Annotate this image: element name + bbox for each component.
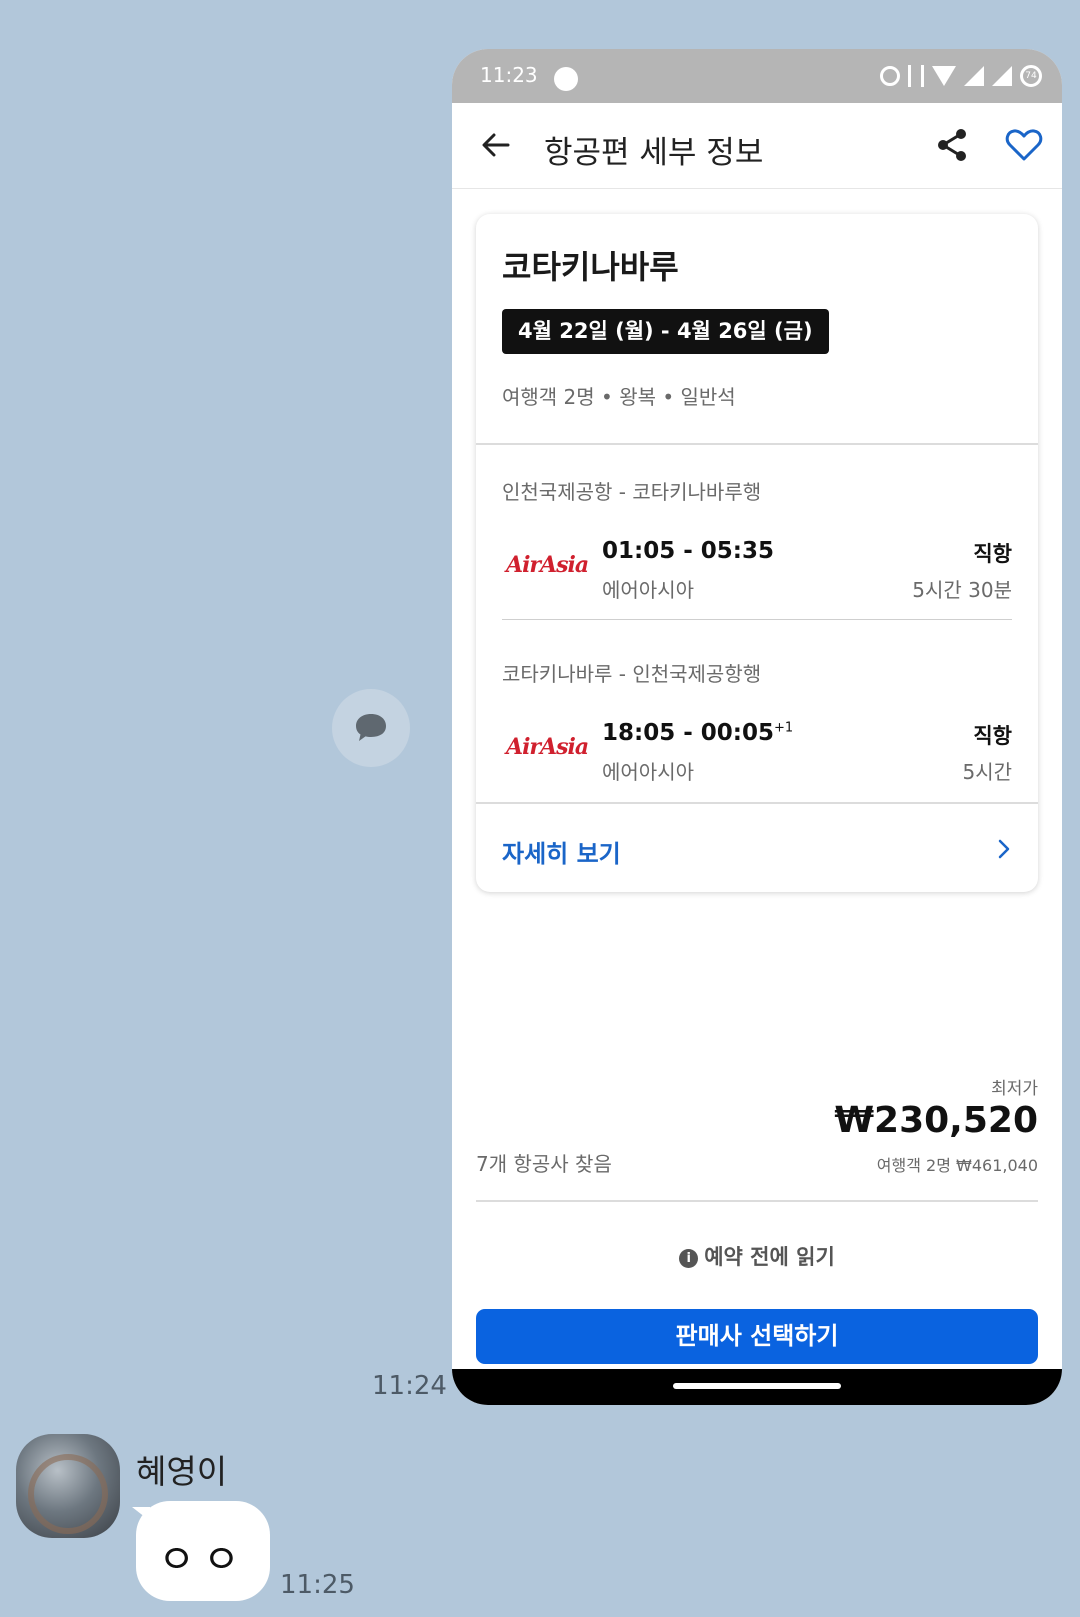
alarm-icon [880, 66, 900, 86]
home-gesture-pill[interactable] [673, 1383, 841, 1389]
forwarded-screenshot[interactable]: 11:23 74 항공편 세부 정보 코타키나바루 4월 22일 (월) - 4… [452, 49, 1062, 1405]
status-time: 11:23 [480, 63, 538, 87]
destination-title: 코타키나바루 [502, 248, 679, 286]
message-text: ㅇㅇ [158, 1537, 248, 1583]
wifi-icon [932, 66, 956, 86]
segment-stops: 직항 [973, 542, 1012, 566]
select-seller-button[interactable]: 판매사 선택하기 [476, 1309, 1038, 1364]
message-timestamp: 11:24 [372, 1371, 447, 1401]
status-icons: 74 [880, 65, 1042, 87]
price: ₩230,520 [834, 1100, 1038, 1141]
page-title: 항공편 세부 정보 [544, 135, 764, 171]
chevron-right-icon[interactable] [992, 834, 1016, 864]
divider [476, 1200, 1038, 1202]
segment-route: 인천국제공항 - 코타키나바루행 [502, 480, 762, 504]
read-before-booking-link[interactable]: i 예약 전에 읽기 [452, 1241, 1062, 1271]
total-price: 여행객 2명 ₩461,040 [876, 1156, 1038, 1175]
segment-airline: 에어아시아 [602, 760, 694, 784]
segment-stops: 직항 [973, 724, 1012, 748]
divider [476, 802, 1038, 804]
avatar[interactable] [16, 1434, 120, 1538]
flight-segment-outbound[interactable]: 인천국제공항 - 코타키나바루행 AirAsia 01:05 - 05:35 에… [502, 476, 1012, 626]
info-icon: i [679, 1249, 699, 1268]
forward-share-button[interactable] [332, 689, 410, 767]
status-bar: 11:23 74 [452, 49, 1062, 103]
trip-meta: 여행객 2명 • 왕복 • 일반석 [502, 385, 736, 409]
airasia-logo: AirAsia [506, 734, 589, 760]
divider [476, 443, 1038, 445]
app-bar: 항공편 세부 정보 [452, 103, 1062, 189]
segment-duration: 5시간 [962, 760, 1012, 784]
segment-duration: 5시간 30분 [912, 578, 1012, 602]
notification-dot-icon [554, 67, 578, 91]
segment-route: 코타키나바루 - 인천국제공항행 [502, 662, 762, 686]
flight-segment-return[interactable]: 코타키나바루 - 인천국제공항행 AirAsia 18:05 - 00:05+1… [502, 658, 1012, 808]
favorite-heart-icon[interactable] [1004, 125, 1044, 165]
flight-card: 코타키나바루 4월 22일 (월) - 4월 26일 (금) 여행객 2명 • … [476, 214, 1038, 892]
airlines-found: 7개 항공사 찾음 [476, 1152, 612, 1176]
chat-bubble-icon [356, 714, 386, 741]
system-nav-bar [452, 1369, 1062, 1405]
vibrate-icon [908, 65, 924, 87]
share-icon[interactable] [932, 125, 972, 165]
day-offset: +1 [773, 720, 794, 736]
lowest-price-label: 최저가 [991, 1079, 1038, 1099]
sender-name: 혜영이 [136, 1452, 228, 1491]
message-bubble[interactable]: ㅇㅇ [132, 1501, 270, 1601]
segment-airline: 에어아시아 [602, 578, 694, 602]
date-range-badge: 4월 22일 (월) - 4월 26일 (금) [502, 309, 829, 354]
view-details-link[interactable]: 자세히 보기 [502, 834, 621, 869]
message-timestamp: 11:25 [280, 1570, 355, 1600]
airasia-logo: AirAsia [506, 552, 589, 578]
signal-icon [964, 66, 984, 86]
segment-times: 18:05 - 00:05+1 [602, 720, 794, 746]
signal-icon-2 [992, 66, 1012, 86]
battery-icon: 74 [1020, 65, 1042, 87]
divider [502, 619, 1012, 620]
avatar-photo [28, 1454, 108, 1534]
back-arrow-icon[interactable] [476, 125, 516, 165]
segment-times: 01:05 - 05:35 [602, 538, 774, 564]
